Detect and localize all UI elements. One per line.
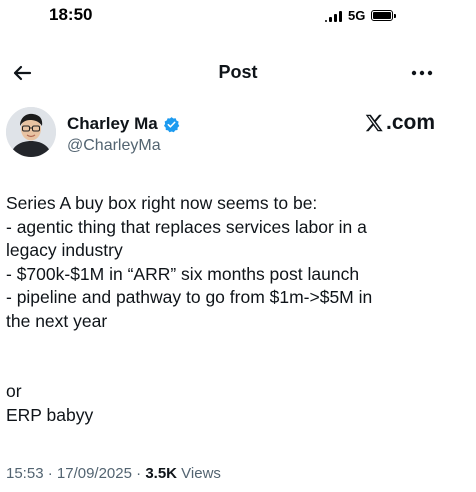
- meta-separator: ·: [136, 465, 142, 482]
- avatar[interactable]: [6, 107, 56, 157]
- top-nav: Post: [0, 55, 476, 91]
- author-name-row: Charley Ma: [67, 114, 180, 134]
- status-indicators: 5G: [325, 8, 397, 23]
- post-author: Charley Ma @CharleyMa .com: [0, 105, 476, 165]
- status-bar: 18:50 5G: [0, 0, 476, 30]
- network-type: 5G: [348, 8, 366, 23]
- post-text: Series A buy box right now seems to be: …: [6, 192, 468, 427]
- views-label: Views: [181, 465, 221, 482]
- watermark-text: .com: [386, 111, 436, 134]
- status-time: 18:50: [49, 5, 93, 24]
- verified-badge-icon: [163, 116, 179, 132]
- page-title: Post: [218, 62, 258, 82]
- post-line: or: [6, 381, 22, 401]
- x-logo-icon: [365, 114, 383, 132]
- avatar-image: [6, 107, 56, 157]
- post-line: ERP babyy: [6, 404, 94, 425]
- more-dots-icon[interactable]: [408, 61, 436, 85]
- post-line: - agentic thing that replaces services l…: [6, 216, 367, 237]
- post-line: - pipeline and pathway to go from $1m->$…: [6, 287, 373, 307]
- post-line: the next year: [6, 310, 108, 331]
- author-name[interactable]: Charley Ma: [67, 114, 158, 134]
- post-line: Series A buy box right now seems to be:: [6, 193, 318, 213]
- battery-icon: [371, 10, 397, 21]
- post-date[interactable]: 17/09/2025: [57, 465, 132, 482]
- views-count[interactable]: 3.5K: [145, 465, 177, 482]
- post-meta: 15:53 · 17/09/2025 · 3.5K Views: [6, 465, 221, 482]
- author-handle[interactable]: @CharleyMa: [67, 137, 161, 155]
- post-line: - $700k-$1M in “ARR” six months post lau…: [6, 263, 360, 284]
- meta-separator: ·: [47, 465, 53, 482]
- x-com-watermark: .com: [363, 111, 435, 135]
- post-line: legacy industry: [6, 240, 123, 260]
- post-time[interactable]: 15:53: [6, 465, 44, 482]
- cellular-signal-icon: [325, 10, 342, 22]
